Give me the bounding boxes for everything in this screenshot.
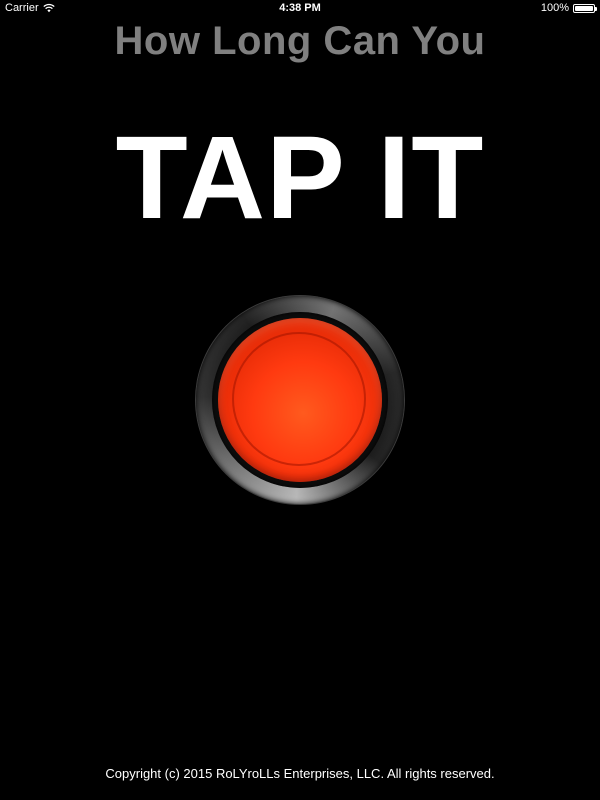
status-right: 100% [540,2,597,14]
battery-tip [595,6,597,11]
tap-button[interactable] [196,296,404,504]
battery-icon [573,3,597,13]
subtitle: How Long Can You [114,19,486,63]
tap-button-face-ring [232,332,366,466]
battery-percent: 100% [540,2,569,14]
headline: TAP IT [115,112,485,244]
battery-fill [575,5,593,11]
status-bar: Carrier 4:38 PM 100% [0,0,600,18]
big-red-button-icon[interactable] [218,318,382,482]
status-time: 4:38 PM [279,2,321,14]
copyright-text: Copyright (c) 2015 RoLYroLLs Enterprises… [105,766,495,781]
